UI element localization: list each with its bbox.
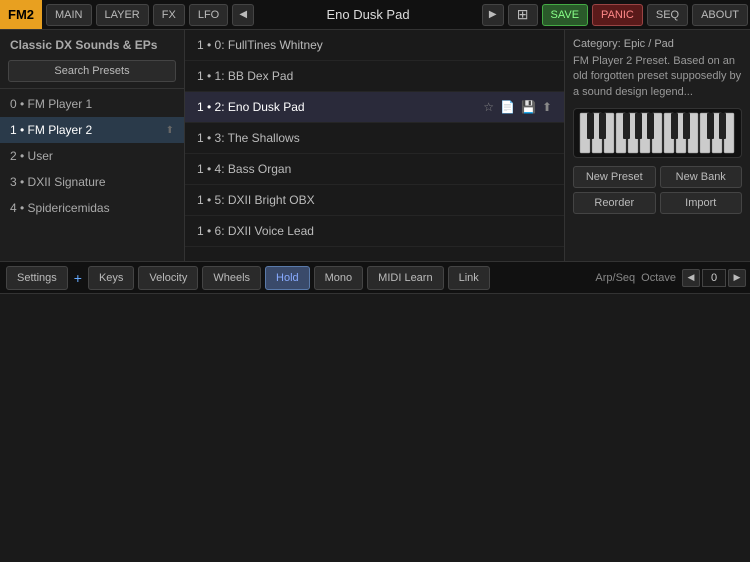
tab-keys[interactable]: Keys xyxy=(88,266,134,290)
share-icon: ⬆ xyxy=(166,125,174,136)
octave-label: Octave xyxy=(641,272,676,284)
tab-hold[interactable]: Hold xyxy=(265,266,310,290)
preset-list[interactable]: 1 • 0: FullTines Whitney 1 • 1: BB Dex P… xyxy=(185,30,565,261)
preset-item-6[interactable]: 1 • 6: DXII Voice Lead xyxy=(185,216,564,247)
sidebar-item-fm-player-1[interactable]: 0 • FM Player 1 xyxy=(0,91,184,117)
octave-increase-button[interactable]: ▶ xyxy=(728,269,746,287)
preset-item-3[interactable]: 1 • 3: The Shallows xyxy=(185,123,564,154)
search-presets-button[interactable]: Search Presets xyxy=(8,60,176,82)
panic-button[interactable]: PANIC xyxy=(592,4,643,26)
tab-mono[interactable]: Mono xyxy=(314,266,364,290)
right-panel: Category: Epic / Pad FM Player 2 Preset.… xyxy=(565,30,750,261)
tab-velocity[interactable]: Velocity xyxy=(138,266,198,290)
nav-layer-button[interactable]: LAYER xyxy=(96,4,149,26)
nav-main-button[interactable]: MAIN xyxy=(46,4,92,26)
sidebar-item-dxii-signature[interactable]: 3 • DXII Signature xyxy=(0,169,184,195)
import-button[interactable]: Import xyxy=(660,192,743,214)
preset-item-2[interactable]: 1 • 2: Eno Dusk Pad ☆ 📄 💾 ⬆ xyxy=(185,92,564,123)
bottom-tabs: Settings + Keys Velocity Wheels Hold Mon… xyxy=(0,262,750,294)
sidebar-item-fm-player-2[interactable]: 1 • FM Player 2 ⬆ xyxy=(0,117,184,143)
new-preset-button[interactable]: New Preset xyxy=(573,166,656,188)
tab-midi-learn[interactable]: MIDI Learn xyxy=(367,266,443,290)
category-label: Category: Epic / Pad xyxy=(573,38,742,50)
preset-description: FM Player 2 Preset. Based on an old forg… xyxy=(573,54,742,100)
arp-seq-label: Arp/Seq xyxy=(595,272,635,284)
tab-settings[interactable]: Settings xyxy=(6,266,68,290)
sidebar-item-user[interactable]: 2 • User xyxy=(0,143,184,169)
sidebar-item-spidericemidas[interactable]: 4 • Spidericemidas xyxy=(0,195,184,221)
app-logo: FM2 xyxy=(0,0,42,29)
sidebar: Classic DX Sounds & EPs Search Presets 0… xyxy=(0,30,185,261)
tab-link[interactable]: Link xyxy=(448,266,490,290)
sidebar-title: Classic DX Sounds & EPs xyxy=(0,30,184,56)
arp-section: Arp/Seq Octave ◀ 0 ▶ xyxy=(595,269,746,287)
preset-next-button[interactable]: ▶ xyxy=(482,4,504,26)
reorder-button[interactable]: Reorder xyxy=(573,192,656,214)
preset-item-5[interactable]: 1 • 5: DXII Bright OBX xyxy=(185,185,564,216)
octave-decrease-button[interactable]: ◀ xyxy=(682,269,700,287)
top-nav: FM2 MAIN LAYER FX LFO ◀ Eno Dusk Pad ▶ ⊞… xyxy=(0,0,750,30)
octave-control: ◀ 0 ▶ xyxy=(682,269,746,287)
octave-value: 0 xyxy=(702,269,726,287)
preset-prev-button[interactable]: ◀ xyxy=(232,4,254,26)
nav-fx-button[interactable]: FX xyxy=(153,4,185,26)
new-bank-button[interactable]: New Bank xyxy=(660,166,743,188)
nav-seq-button[interactable]: SEQ xyxy=(647,4,688,26)
star-icon[interactable]: ☆ xyxy=(483,100,494,114)
tab-wheels[interactable]: Wheels xyxy=(202,266,261,290)
sidebar-divider xyxy=(0,88,184,89)
copy-icon[interactable]: 📄 xyxy=(500,100,515,114)
keyboard-preview xyxy=(573,108,742,158)
preset-item-4[interactable]: 1 • 4: Bass Organ xyxy=(185,154,564,185)
share-icon[interactable]: ⬆ xyxy=(542,100,552,114)
save-button[interactable]: SAVE xyxy=(542,4,589,26)
nav-options-button[interactable]: ⊞ xyxy=(508,4,538,26)
nav-about-button[interactable]: ABOUT xyxy=(692,4,748,26)
nav-lfo-button[interactable]: LFO xyxy=(189,4,228,26)
bluetooth-icon[interactable]: + xyxy=(74,270,82,286)
main-area: Classic DX Sounds & EPs Search Presets 0… xyxy=(0,30,750,262)
preset-item-1[interactable]: 1 • 1: BB Dex Pad xyxy=(185,61,564,92)
preset-item-0[interactable]: 1 • 0: FullTines Whitney xyxy=(185,30,564,61)
action-buttons: New Preset New Bank Reorder Import xyxy=(573,166,742,214)
preset-name: Eno Dusk Pad xyxy=(256,7,480,22)
preset-action-icons: ☆ 📄 💾 ⬆ xyxy=(483,100,552,114)
save-icon[interactable]: 💾 xyxy=(521,100,536,114)
